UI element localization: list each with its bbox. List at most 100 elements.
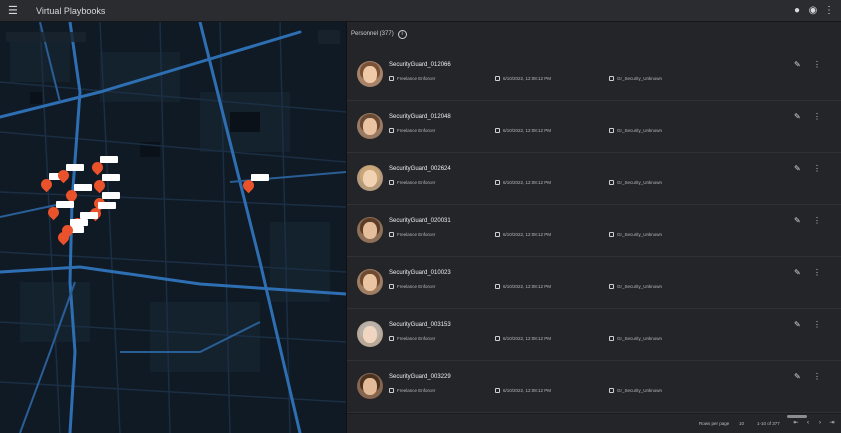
record-date: 6/10/2022, 12:08:12 PM	[495, 336, 551, 341]
record-date: 6/10/2022, 12:08:12 PM	[495, 284, 551, 289]
more-vertical-icon[interactable]: ⋮	[813, 217, 821, 225]
list-item[interactable]: SecurityGuard_012066 Freelance Enforcer …	[347, 49, 841, 101]
record-date: 6/10/2022, 12:08:12 PM	[495, 128, 551, 133]
avatar	[357, 217, 383, 243]
badge-icon	[389, 336, 394, 341]
map-pin[interactable]	[55, 164, 84, 184]
badge-icon	[389, 388, 394, 393]
map-search-bar[interactable]	[6, 32, 86, 42]
calendar-icon	[495, 284, 500, 289]
group-icon	[609, 76, 614, 81]
rows-per-page-label: Rows per page	[699, 421, 730, 426]
group-icon	[609, 388, 614, 393]
group-icon	[609, 336, 614, 341]
record-name[interactable]: SecurityGuard_020031	[389, 218, 451, 224]
record-role: Freelance Enforcer	[389, 232, 435, 237]
prev-page-icon[interactable]: ‹	[805, 420, 811, 427]
badge-icon	[389, 76, 394, 81]
list-item[interactable]: SecurityGuard_003229 Freelance Enforcer …	[347, 361, 841, 413]
group-icon	[609, 180, 614, 185]
calendar-icon	[495, 232, 500, 237]
list-item[interactable]: SecurityGuard_012048 Freelance Enforcer …	[347, 101, 841, 153]
page-range: 1-10 of 377	[757, 421, 780, 426]
info-circle-icon[interactable]: i	[397, 29, 407, 39]
account-icon[interactable]: ◉	[808, 5, 818, 17]
calendar-icon	[495, 76, 500, 81]
calendar-icon	[495, 128, 500, 133]
more-vertical-icon[interactable]: ⋮	[813, 373, 821, 381]
list-item[interactable]: SecurityGuard_010023 Freelance Enforcer …	[347, 257, 841, 309]
pagination-bar: Rows per page 10 1-10 of 377 ⇤ ‹ › ⇥	[347, 413, 841, 433]
record-name[interactable]: SecurityGuard_003153	[389, 322, 451, 328]
record-unit: Gr_Security_Unknown	[609, 284, 662, 289]
badge-icon	[389, 128, 394, 133]
app-title: Virtual Playbooks	[36, 6, 106, 16]
notifications-icon[interactable]: ●	[792, 5, 802, 17]
next-page-icon[interactable]: ›	[817, 420, 823, 427]
badge-icon	[389, 284, 394, 289]
list-item[interactable]: SecurityGuard_002624 Freelance Enforcer …	[347, 153, 841, 205]
badge-icon	[389, 180, 394, 185]
map-pin[interactable]	[38, 173, 67, 193]
record-role: Freelance Enforcer	[389, 284, 435, 289]
calendar-icon	[495, 388, 500, 393]
record-date: 6/10/2022, 12:08:12 PM	[495, 180, 551, 185]
record-role: Freelance Enforcer	[389, 76, 435, 81]
horizontal-scrollbar[interactable]	[787, 415, 807, 418]
avatar	[357, 113, 383, 139]
record-unit: Gr_Security_Unknown	[609, 76, 662, 81]
avatar	[357, 61, 383, 87]
more-vertical-icon[interactable]: ⋮	[813, 113, 821, 121]
edit-icon[interactable]: ✎	[794, 373, 802, 381]
map-pin[interactable]	[59, 219, 88, 239]
rows-per-page-select[interactable]: 10	[739, 421, 744, 426]
edit-icon[interactable]: ✎	[794, 321, 802, 329]
record-date: 6/10/2022, 12:08:12 PM	[495, 76, 551, 81]
record-name[interactable]: SecurityGuard_003229	[389, 374, 451, 380]
avatar	[357, 269, 383, 295]
record-date: 6/10/2022, 12:08:12 PM	[495, 388, 551, 393]
menu-icon[interactable]: ☰	[8, 5, 18, 17]
more-vertical-icon[interactable]: ⋮	[813, 321, 821, 329]
record-name[interactable]: SecurityGuard_012048	[389, 114, 451, 120]
map-zoom-control[interactable]	[318, 30, 340, 44]
map-attribution	[6, 424, 126, 430]
personnel-panel: Personnel (377) i SecurityGuard_012066 F…	[346, 22, 841, 433]
edit-icon[interactable]: ✎	[794, 165, 802, 173]
edit-icon[interactable]: ✎	[794, 61, 802, 69]
record-unit: Gr_Security_Unknown	[609, 128, 662, 133]
map-pin[interactable]	[45, 201, 74, 221]
badge-icon	[389, 232, 394, 237]
more-vertical-icon[interactable]: ⋮	[824, 5, 834, 17]
group-icon	[609, 128, 614, 133]
more-vertical-icon[interactable]: ⋮	[813, 269, 821, 277]
map-canvas[interactable]	[0, 22, 346, 433]
last-page-icon[interactable]: ⇥	[829, 420, 835, 427]
record-role: Freelance Enforcer	[389, 180, 435, 185]
record-name[interactable]: SecurityGuard_012066	[389, 62, 451, 68]
app-topbar: ☰ Virtual Playbooks ● ◉ ⋮	[0, 0, 841, 22]
record-name[interactable]: SecurityGuard_010023	[389, 270, 451, 276]
record-name[interactable]: SecurityGuard_002624	[389, 166, 451, 172]
list-item[interactable]: SecurityGuard_020031 Freelance Enforcer …	[347, 205, 841, 257]
record-date: 6/10/2022, 12:08:12 PM	[495, 232, 551, 237]
more-vertical-icon[interactable]: ⋮	[813, 61, 821, 69]
record-unit: Gr_Security_Unknown	[609, 388, 662, 393]
panel-header: Personnel (377) i	[351, 28, 407, 40]
record-unit: Gr_Security_Unknown	[609, 232, 662, 237]
map-view[interactable]	[0, 22, 346, 433]
avatar	[357, 165, 383, 191]
record-unit: Gr_Security_Unknown	[609, 180, 662, 185]
record-role: Freelance Enforcer	[389, 388, 435, 393]
avatar	[357, 321, 383, 347]
edit-icon[interactable]: ✎	[794, 269, 802, 277]
edit-icon[interactable]: ✎	[794, 217, 802, 225]
edit-icon[interactable]: ✎	[794, 113, 802, 121]
list-item[interactable]: SecurityGuard_003153 Freelance Enforcer …	[347, 309, 841, 361]
map-pin[interactable]	[240, 174, 269, 194]
avatar	[357, 373, 383, 399]
group-icon	[609, 232, 614, 237]
group-icon	[609, 284, 614, 289]
first-page-icon[interactable]: ⇤	[793, 420, 799, 427]
more-vertical-icon[interactable]: ⋮	[813, 165, 821, 173]
